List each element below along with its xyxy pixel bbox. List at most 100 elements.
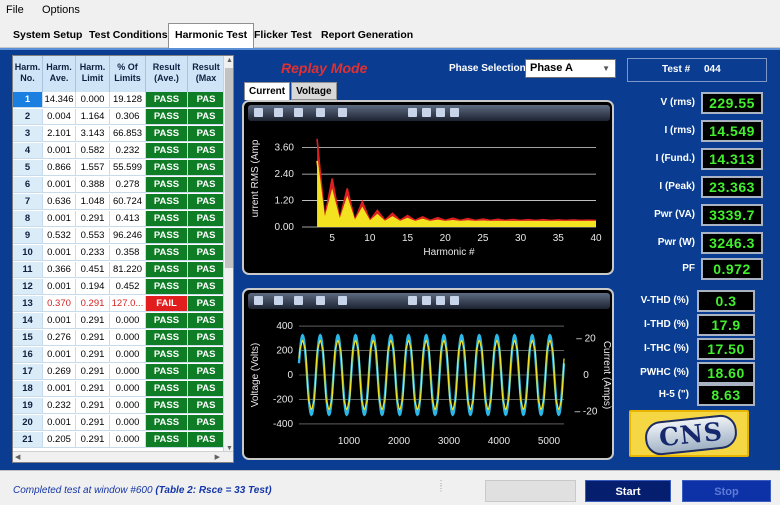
table-row[interactable]: 4 0.001 0.582 0.232 PASS PAS	[13, 143, 225, 160]
print-icon[interactable]	[294, 296, 303, 305]
palette-icon[interactable]	[338, 108, 347, 117]
chevron-down-icon[interactable]: ▼	[602, 60, 610, 77]
table-cell: 0.388	[76, 177, 110, 193]
x-tick-label: 25	[477, 233, 489, 244]
table-row[interactable]: 9 0.532 0.553 96.246 PASS PAS	[13, 228, 225, 245]
table-row[interactable]: 15 0.276 0.291 0.000 PASS PAS	[13, 330, 225, 347]
series-icon[interactable]	[408, 296, 417, 305]
reading-value: 23.363	[701, 176, 763, 198]
series-icon[interactable]	[408, 108, 417, 117]
table-row[interactable]: 10 0.001 0.233 0.358 PASS PAS	[13, 245, 225, 262]
table-cell: PASS	[146, 143, 188, 159]
table-row[interactable]: 3 2.101 3.143 66.853 PASS PAS	[13, 126, 225, 143]
pointer-icon[interactable]	[254, 108, 263, 117]
grid-icon[interactable]	[436, 108, 445, 117]
table-cell: 0.452	[110, 279, 146, 295]
table-horizontal-scrollbar[interactable]: ◀ ▶	[13, 451, 233, 462]
table-cell: 0.291	[76, 398, 110, 414]
col-label: Result (Max	[192, 62, 220, 83]
copy-icon[interactable]	[274, 296, 283, 305]
reading-label: PF	[682, 263, 695, 274]
zoom-icon[interactable]	[450, 108, 459, 117]
start-button[interactable]: Start	[585, 480, 671, 502]
table-row[interactable]: 16 0.001 0.291 0.000 PASS PAS	[13, 347, 225, 364]
main-tab-bar: System Setup Test Conditions Harmonic Te…	[0, 20, 780, 49]
zoom-icon[interactable]	[450, 296, 459, 305]
table-cell: 0.000	[110, 415, 146, 431]
table-icon[interactable]	[422, 108, 431, 117]
table-row[interactable]: 6 0.001 0.388 0.278 PASS PAS	[13, 177, 225, 194]
table-row[interactable]: 2 0.004 1.164 0.306 PASS PAS	[13, 109, 225, 126]
phase-select[interactable]: Phase A ▼	[525, 59, 616, 78]
table-cell: PAS	[188, 415, 225, 431]
table-cell: 0.582	[76, 143, 110, 159]
table-cell: 0.000	[110, 330, 146, 346]
menu-options[interactable]: Options	[42, 4, 80, 16]
table-cell: 0.000	[110, 313, 146, 329]
table-row[interactable]: 7 0.636 1.048 60.724 PASS PAS	[13, 194, 225, 211]
tab-voltage[interactable]: Voltage	[291, 82, 337, 100]
table-cell: PAS	[188, 143, 225, 159]
tab-harmonic-test[interactable]: Harmonic Test	[168, 23, 255, 49]
table-row[interactable]: 21 0.205 0.291 0.000 PASS PAS	[13, 432, 225, 449]
table-row[interactable]: 11 0.366 0.451 81.220 PASS PAS	[13, 262, 225, 279]
table-cell: 0.413	[110, 211, 146, 227]
palette-icon[interactable]	[338, 296, 347, 305]
table-cell: 0.000	[110, 381, 146, 397]
scroll-thumb[interactable]	[225, 68, 233, 268]
table-icon[interactable]	[422, 296, 431, 305]
grid-icon[interactable]	[436, 296, 445, 305]
table-row[interactable]: 14 0.001 0.291 0.000 PASS PAS	[13, 313, 225, 330]
y2-tick-label: 0	[583, 370, 589, 381]
col-harm-no[interactable]: Harm. No.	[13, 56, 43, 92]
pointer-icon[interactable]	[254, 296, 263, 305]
blank-button[interactable]	[485, 480, 576, 502]
chart-type-icon[interactable]	[316, 296, 325, 305]
scroll-right-icon[interactable]: ▶	[215, 453, 220, 461]
scroll-left-icon[interactable]: ◀	[15, 453, 20, 461]
table-cell: 6	[13, 177, 43, 193]
table-row[interactable]: 8 0.001 0.291 0.413 PASS PAS	[13, 211, 225, 228]
table-row[interactable]: 18 0.001 0.291 0.000 PASS PAS	[13, 381, 225, 398]
col-result-max[interactable]: Result (Max	[188, 56, 225, 92]
menu-file[interactable]: File	[6, 4, 24, 16]
scroll-up-icon[interactable]: ▲	[226, 57, 233, 64]
table-row[interactable]: 1 14.346 0.000 19.128 PASS PAS	[13, 92, 225, 109]
table-row[interactable]: 17 0.269 0.291 0.000 PASS PAS	[13, 364, 225, 381]
table-row[interactable]: 5 0.866 1.557 55.599 PASS PAS	[13, 160, 225, 177]
table-row[interactable]: 12 0.001 0.194 0.452 PASS PAS	[13, 279, 225, 296]
col-harm-limit[interactable]: Harm. Limit	[76, 56, 110, 92]
table-cell: 0.306	[110, 109, 146, 125]
stop-button[interactable]: Stop	[682, 480, 771, 502]
tab-system-setup[interactable]: System Setup	[6, 23, 89, 47]
table-cell: 0.866	[43, 160, 76, 176]
harmonics-table[interactable]: Harm. No. Harm. Ave. Harm. Limit % Of Li…	[12, 55, 234, 463]
tab-current[interactable]: Current	[244, 82, 291, 100]
resize-grip-icon[interactable]: ⋮ ⋮	[437, 480, 447, 501]
table-cell: 0.000	[110, 347, 146, 363]
chart-type-icon[interactable]	[316, 108, 325, 117]
tab-test-conditions[interactable]: Test Conditions	[82, 23, 175, 47]
x-tick-label: 20	[440, 233, 452, 244]
table-row[interactable]: 13 0.370 0.291 127.0... FAIL PAS	[13, 296, 225, 313]
col-harm-ave[interactable]: Harm. Ave.	[43, 56, 76, 92]
y-axis-label: urrent RMS (Amp	[250, 139, 261, 217]
table-cell: PASS	[146, 177, 188, 193]
col-pct-limits[interactable]: % Of Limits	[110, 56, 146, 92]
test-number-label: Test #	[662, 64, 691, 75]
table-cell: PAS	[188, 92, 225, 108]
table-row[interactable]: 19 0.232 0.291 0.000 PASS PAS	[13, 398, 225, 415]
table-vertical-scrollbar[interactable]: ▲ ▼	[223, 56, 233, 453]
col-result-ave[interactable]: Result (Ave.)	[146, 56, 188, 92]
table-cell: 13	[13, 296, 43, 312]
y2-tick-label: – -20	[575, 407, 598, 418]
tab-report-generation[interactable]: Report Generation	[314, 23, 420, 47]
table-cell: 0.001	[43, 143, 76, 159]
table-cell: 0.291	[76, 432, 110, 448]
table-cell: PAS	[188, 211, 225, 227]
print-icon[interactable]	[294, 108, 303, 117]
copy-icon[interactable]	[274, 108, 283, 117]
table-row[interactable]: 20 0.001 0.291 0.000 PASS PAS	[13, 415, 225, 432]
tab-flicker-test[interactable]: Flicker Test	[247, 23, 319, 47]
table-cell: 0.001	[43, 381, 76, 397]
